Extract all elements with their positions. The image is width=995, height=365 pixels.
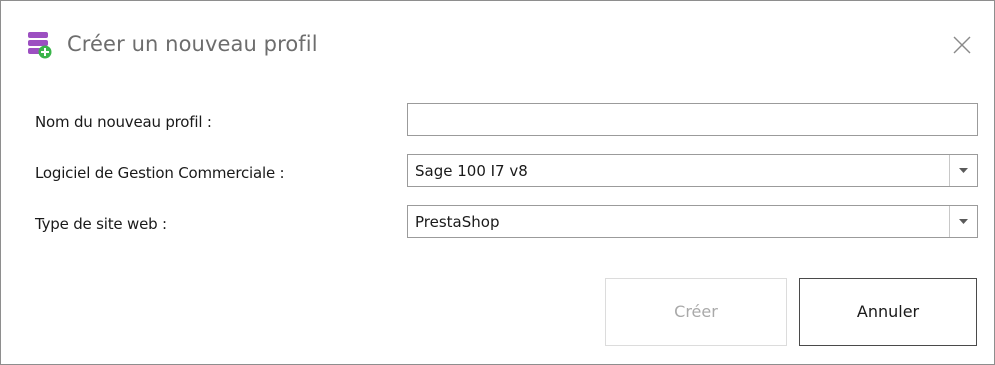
site-type-label: Type de site web : bbox=[35, 215, 167, 233]
site-type-selected-value: PrestaShop bbox=[415, 213, 500, 231]
software-dropdown-button[interactable] bbox=[949, 155, 977, 186]
software-select[interactable]: Sage 100 I7 v8 bbox=[407, 154, 978, 187]
close-icon[interactable] bbox=[952, 35, 972, 55]
create-button[interactable]: Créer bbox=[605, 278, 787, 346]
site-type-dropdown-button[interactable] bbox=[949, 206, 977, 237]
software-label: Logiciel de Gestion Commerciale : bbox=[35, 164, 285, 182]
cancel-button[interactable]: Annuler bbox=[799, 278, 977, 346]
database-add-icon bbox=[28, 31, 52, 59]
software-selected-value: Sage 100 I7 v8 bbox=[415, 162, 528, 180]
dialog-window: Créer un nouveau profil Nom du nouveau p… bbox=[0, 0, 995, 365]
chevron-down-icon bbox=[959, 168, 968, 173]
chevron-down-icon bbox=[959, 219, 968, 224]
profile-name-input[interactable] bbox=[408, 104, 977, 135]
title-bar: Créer un nouveau profil bbox=[1, 1, 994, 85]
profile-name-label: Nom du nouveau profil : bbox=[35, 113, 212, 131]
profile-name-field[interactable] bbox=[407, 103, 978, 136]
site-type-select[interactable]: PrestaShop bbox=[407, 205, 978, 238]
dialog-title: Créer un nouveau profil bbox=[67, 32, 318, 56]
